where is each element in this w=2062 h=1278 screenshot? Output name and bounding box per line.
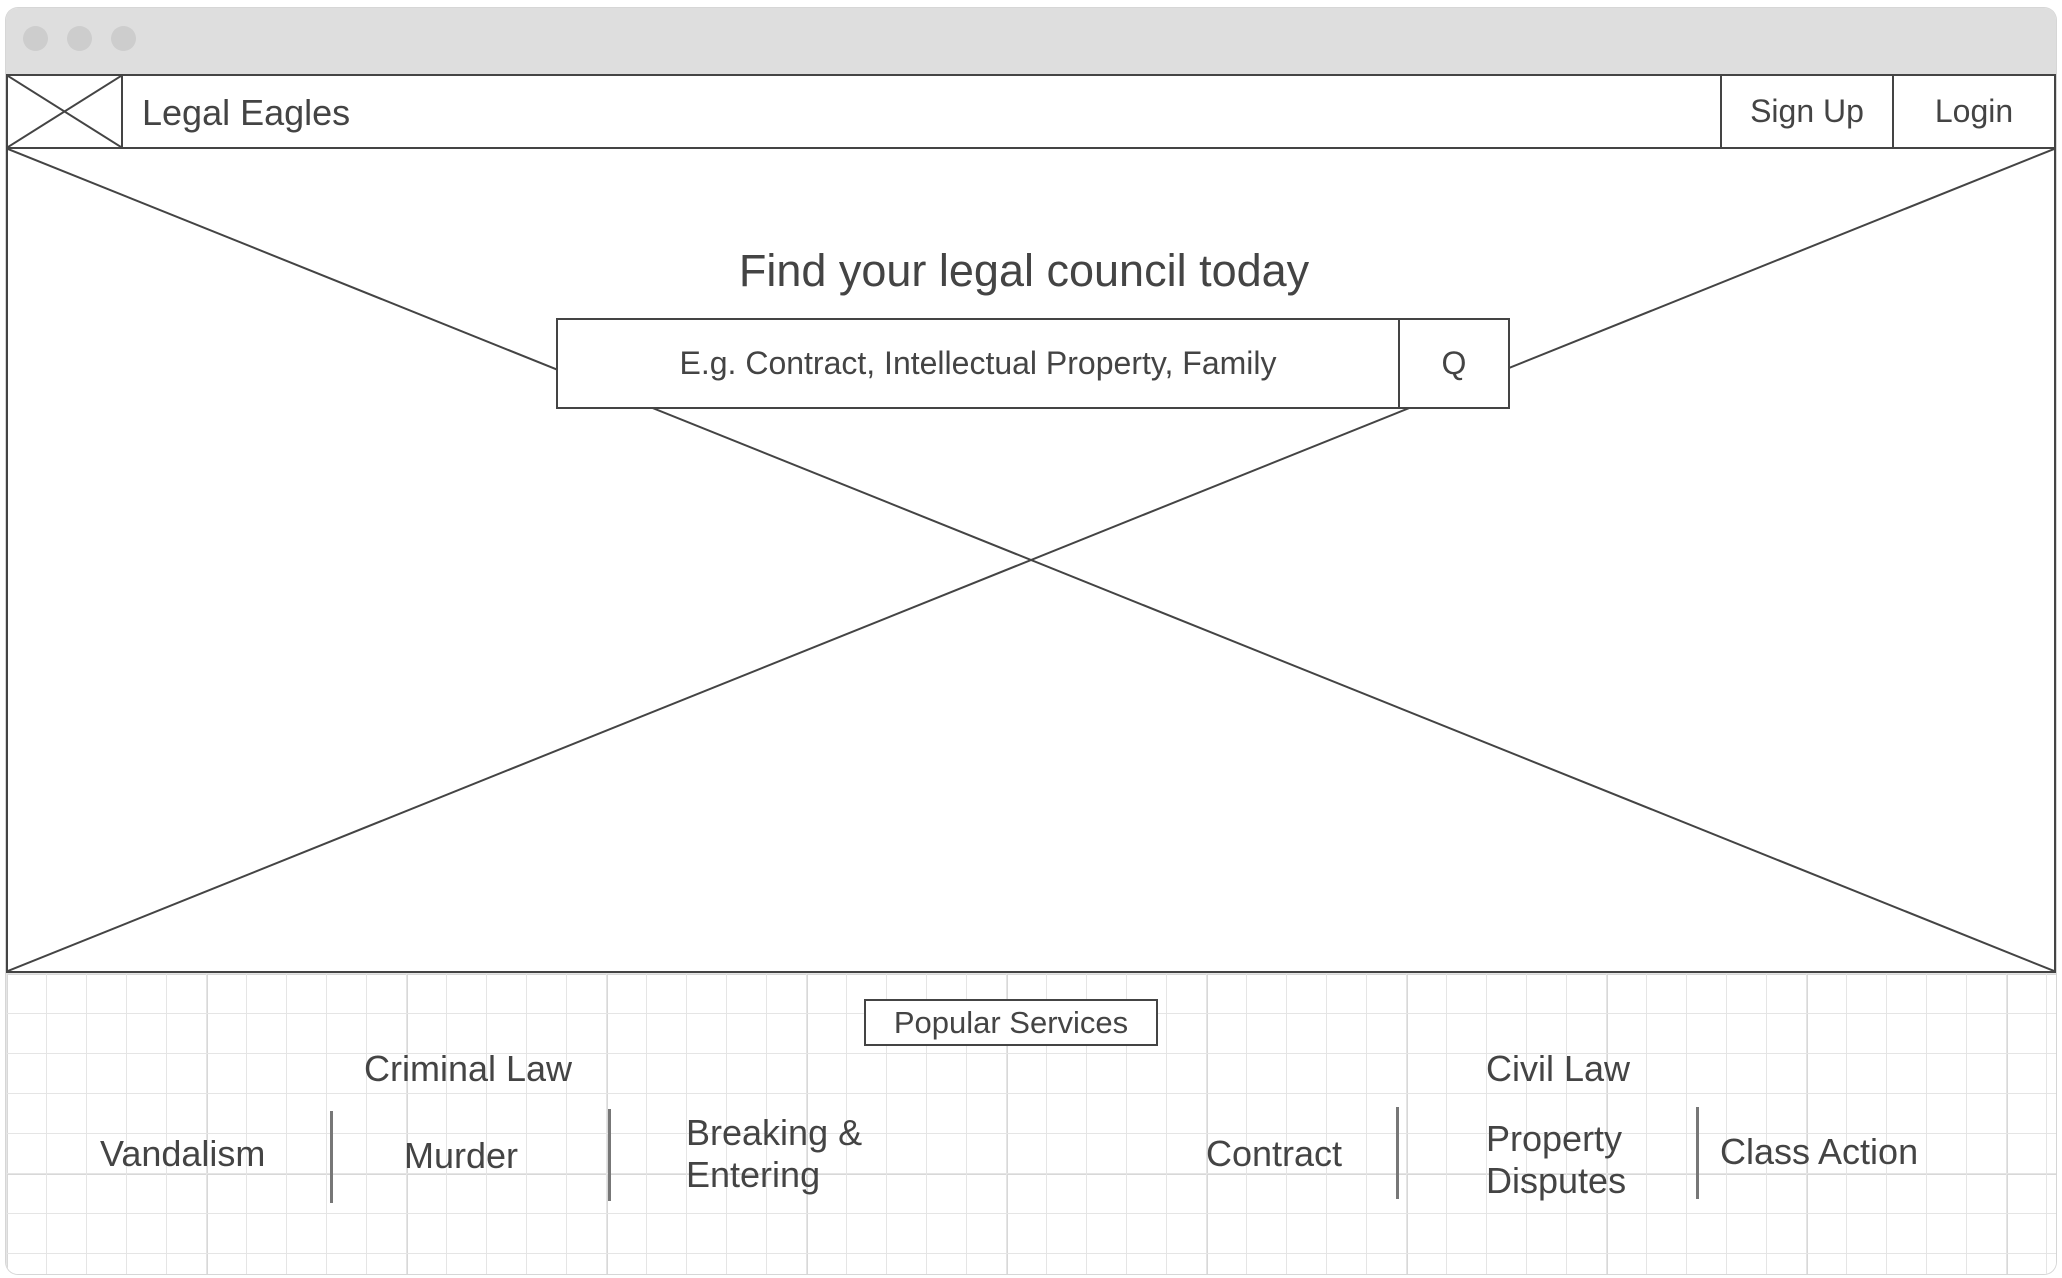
- popular-services-heading: Popular Services: [864, 999, 1158, 1046]
- window-minimize-dot[interactable]: [67, 26, 92, 51]
- top-navbar: Legal Eagles Sign Up Login: [6, 74, 2056, 149]
- window-titlebar: [6, 8, 2056, 74]
- brand-name[interactable]: Legal Eagles: [142, 92, 350, 134]
- search-button[interactable]: Q: [1398, 320, 1508, 407]
- service-vandalism[interactable]: Vandalism: [100, 1133, 265, 1175]
- search-bar: Q: [556, 318, 1510, 409]
- hero-title: Find your legal council today: [738, 245, 1310, 296]
- service-property-disputes[interactable]: Property Disputes: [1486, 1118, 1646, 1202]
- service-divider: [330, 1111, 333, 1203]
- service-divider: [1696, 1107, 1699, 1199]
- browser-window: Legal Eagles Sign Up Login Find your leg…: [6, 8, 2056, 1274]
- service-breaking-entering[interactable]: Breaking & Entering: [686, 1112, 876, 1196]
- hero-banner: Find your legal council today Q: [6, 149, 2056, 973]
- search-input[interactable]: [558, 320, 1398, 407]
- service-divider: [608, 1109, 611, 1201]
- service-murder[interactable]: Murder: [404, 1135, 518, 1177]
- login-button[interactable]: Login: [1892, 76, 2054, 147]
- sign-up-button[interactable]: Sign Up: [1720, 76, 1892, 147]
- popular-services-section: Popular Services Criminal Law Civil Law …: [6, 973, 2056, 1274]
- service-divider: [1396, 1107, 1399, 1199]
- category-title-criminal-law: Criminal Law: [364, 1048, 573, 1089]
- service-class-action[interactable]: Class Action: [1720, 1131, 1918, 1173]
- logo-image-placeholder[interactable]: [8, 76, 123, 147]
- window-close-dot[interactable]: [23, 26, 48, 51]
- window-maximize-dot[interactable]: [111, 26, 136, 51]
- image-placeholder-icon: [8, 76, 121, 147]
- category-title-civil-law: Civil Law: [1486, 1048, 1631, 1089]
- service-contract[interactable]: Contract: [1206, 1133, 1342, 1175]
